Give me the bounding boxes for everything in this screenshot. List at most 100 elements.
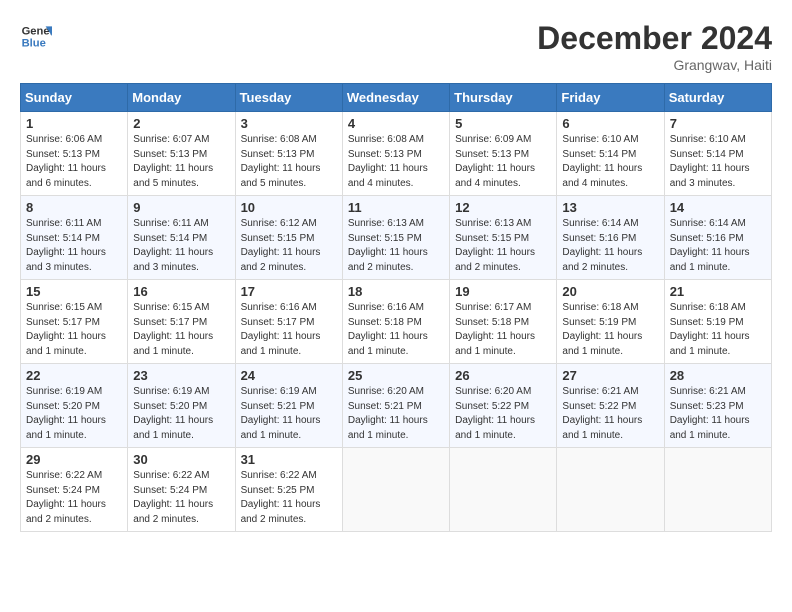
day-number: 14 — [670, 200, 766, 215]
table-row: 24 Sunrise: 6:19 AMSunset: 5:21 PMDaylig… — [235, 364, 342, 448]
table-row: 25 Sunrise: 6:20 AMSunset: 5:21 PMDaylig… — [342, 364, 449, 448]
header-monday: Monday — [128, 84, 235, 112]
table-row — [342, 448, 449, 532]
day-info: Sunrise: 6:08 AMSunset: 5:13 PMDaylight:… — [348, 133, 444, 191]
day-number: 15 — [26, 284, 122, 299]
calendar-week-row: 29 Sunrise: 6:22 AMSunset: 5:24 PMDaylig… — [21, 448, 772, 532]
day-info: Sunrise: 6:19 AMSunset: 5:20 PMDaylight:… — [133, 385, 229, 443]
svg-text:Blue: Blue — [22, 37, 46, 49]
table-row: 8 Sunrise: 6:11 AMSunset: 5:14 PMDayligh… — [21, 196, 128, 280]
table-row: 7 Sunrise: 6:10 AMSunset: 5:14 PMDayligh… — [664, 112, 771, 196]
day-info: Sunrise: 6:13 AMSunset: 5:15 PMDaylight:… — [348, 217, 444, 275]
table-row: 26 Sunrise: 6:20 AMSunset: 5:22 PMDaylig… — [450, 364, 557, 448]
table-row: 23 Sunrise: 6:19 AMSunset: 5:20 PMDaylig… — [128, 364, 235, 448]
table-row: 31 Sunrise: 6:22 AMSunset: 5:25 PMDaylig… — [235, 448, 342, 532]
table-row: 21 Sunrise: 6:18 AMSunset: 5:19 PMDaylig… — [664, 280, 771, 364]
table-row: 19 Sunrise: 6:17 AMSunset: 5:18 PMDaylig… — [450, 280, 557, 364]
title-block: December 2024 Grangwav, Haiti — [537, 20, 772, 73]
table-row: 14 Sunrise: 6:14 AMSunset: 5:16 PMDaylig… — [664, 196, 771, 280]
day-info: Sunrise: 6:11 AMSunset: 5:14 PMDaylight:… — [26, 217, 122, 275]
calendar-week-row: 1 Sunrise: 6:06 AMSunset: 5:13 PMDayligh… — [21, 112, 772, 196]
day-number: 1 — [26, 116, 122, 131]
table-row: 22 Sunrise: 6:19 AMSunset: 5:20 PMDaylig… — [21, 364, 128, 448]
day-info: Sunrise: 6:15 AMSunset: 5:17 PMDaylight:… — [26, 301, 122, 359]
day-number: 29 — [26, 452, 122, 467]
day-number: 23 — [133, 368, 229, 383]
day-info: Sunrise: 6:11 AMSunset: 5:14 PMDaylight:… — [133, 217, 229, 275]
day-info: Sunrise: 6:14 AMSunset: 5:16 PMDaylight:… — [670, 217, 766, 275]
day-number: 12 — [455, 200, 551, 215]
day-info: Sunrise: 6:15 AMSunset: 5:17 PMDaylight:… — [133, 301, 229, 359]
table-row: 13 Sunrise: 6:14 AMSunset: 5:16 PMDaylig… — [557, 196, 664, 280]
table-row: 28 Sunrise: 6:21 AMSunset: 5:23 PMDaylig… — [664, 364, 771, 448]
table-row: 27 Sunrise: 6:21 AMSunset: 5:22 PMDaylig… — [557, 364, 664, 448]
header-wednesday: Wednesday — [342, 84, 449, 112]
page-header: General Blue December 2024 Grangwav, Hai… — [20, 20, 772, 73]
day-number: 3 — [241, 116, 337, 131]
header-friday: Friday — [557, 84, 664, 112]
day-number: 9 — [133, 200, 229, 215]
day-number: 5 — [455, 116, 551, 131]
day-number: 19 — [455, 284, 551, 299]
table-row: 6 Sunrise: 6:10 AMSunset: 5:14 PMDayligh… — [557, 112, 664, 196]
day-number: 17 — [241, 284, 337, 299]
day-number: 20 — [562, 284, 658, 299]
table-row: 2 Sunrise: 6:07 AMSunset: 5:13 PMDayligh… — [128, 112, 235, 196]
month-title: December 2024 — [537, 20, 772, 57]
day-info: Sunrise: 6:08 AMSunset: 5:13 PMDaylight:… — [241, 133, 337, 191]
day-info: Sunrise: 6:18 AMSunset: 5:19 PMDaylight:… — [562, 301, 658, 359]
table-row: 5 Sunrise: 6:09 AMSunset: 5:13 PMDayligh… — [450, 112, 557, 196]
day-info: Sunrise: 6:13 AMSunset: 5:15 PMDaylight:… — [455, 217, 551, 275]
table-row: 16 Sunrise: 6:15 AMSunset: 5:17 PMDaylig… — [128, 280, 235, 364]
logo: General Blue — [20, 20, 52, 52]
day-number: 24 — [241, 368, 337, 383]
day-number: 4 — [348, 116, 444, 131]
day-info: Sunrise: 6:09 AMSunset: 5:13 PMDaylight:… — [455, 133, 551, 191]
day-number: 22 — [26, 368, 122, 383]
day-number: 26 — [455, 368, 551, 383]
day-info: Sunrise: 6:21 AMSunset: 5:23 PMDaylight:… — [670, 385, 766, 443]
location: Grangwav, Haiti — [537, 57, 772, 73]
day-info: Sunrise: 6:06 AMSunset: 5:13 PMDaylight:… — [26, 133, 122, 191]
table-row: 18 Sunrise: 6:16 AMSunset: 5:18 PMDaylig… — [342, 280, 449, 364]
day-number: 28 — [670, 368, 766, 383]
day-number: 8 — [26, 200, 122, 215]
calendar-week-row: 8 Sunrise: 6:11 AMSunset: 5:14 PMDayligh… — [21, 196, 772, 280]
table-row — [450, 448, 557, 532]
day-info: Sunrise: 6:18 AMSunset: 5:19 PMDaylight:… — [670, 301, 766, 359]
header-tuesday: Tuesday — [235, 84, 342, 112]
calendar-table: Sunday Monday Tuesday Wednesday Thursday… — [20, 83, 772, 532]
table-row: 15 Sunrise: 6:15 AMSunset: 5:17 PMDaylig… — [21, 280, 128, 364]
day-info: Sunrise: 6:20 AMSunset: 5:22 PMDaylight:… — [455, 385, 551, 443]
day-info: Sunrise: 6:16 AMSunset: 5:18 PMDaylight:… — [348, 301, 444, 359]
table-row: 29 Sunrise: 6:22 AMSunset: 5:24 PMDaylig… — [21, 448, 128, 532]
day-number: 30 — [133, 452, 229, 467]
table-row: 12 Sunrise: 6:13 AMSunset: 5:15 PMDaylig… — [450, 196, 557, 280]
day-info: Sunrise: 6:07 AMSunset: 5:13 PMDaylight:… — [133, 133, 229, 191]
table-row — [664, 448, 771, 532]
day-number: 27 — [562, 368, 658, 383]
table-row: 9 Sunrise: 6:11 AMSunset: 5:14 PMDayligh… — [128, 196, 235, 280]
day-info: Sunrise: 6:19 AMSunset: 5:20 PMDaylight:… — [26, 385, 122, 443]
day-info: Sunrise: 6:22 AMSunset: 5:24 PMDaylight:… — [133, 469, 229, 527]
day-number: 31 — [241, 452, 337, 467]
table-row: 20 Sunrise: 6:18 AMSunset: 5:19 PMDaylig… — [557, 280, 664, 364]
day-number: 21 — [670, 284, 766, 299]
logo-icon: General Blue — [20, 20, 52, 52]
header-sunday: Sunday — [21, 84, 128, 112]
day-number: 13 — [562, 200, 658, 215]
header-thursday: Thursday — [450, 84, 557, 112]
table-row: 17 Sunrise: 6:16 AMSunset: 5:17 PMDaylig… — [235, 280, 342, 364]
table-row: 4 Sunrise: 6:08 AMSunset: 5:13 PMDayligh… — [342, 112, 449, 196]
header-row: Sunday Monday Tuesday Wednesday Thursday… — [21, 84, 772, 112]
day-number: 11 — [348, 200, 444, 215]
day-number: 25 — [348, 368, 444, 383]
day-info: Sunrise: 6:12 AMSunset: 5:15 PMDaylight:… — [241, 217, 337, 275]
day-info: Sunrise: 6:20 AMSunset: 5:21 PMDaylight:… — [348, 385, 444, 443]
table-row: 30 Sunrise: 6:22 AMSunset: 5:24 PMDaylig… — [128, 448, 235, 532]
day-info: Sunrise: 6:19 AMSunset: 5:21 PMDaylight:… — [241, 385, 337, 443]
day-info: Sunrise: 6:21 AMSunset: 5:22 PMDaylight:… — [562, 385, 658, 443]
table-row — [557, 448, 664, 532]
day-number: 6 — [562, 116, 658, 131]
table-row: 10 Sunrise: 6:12 AMSunset: 5:15 PMDaylig… — [235, 196, 342, 280]
